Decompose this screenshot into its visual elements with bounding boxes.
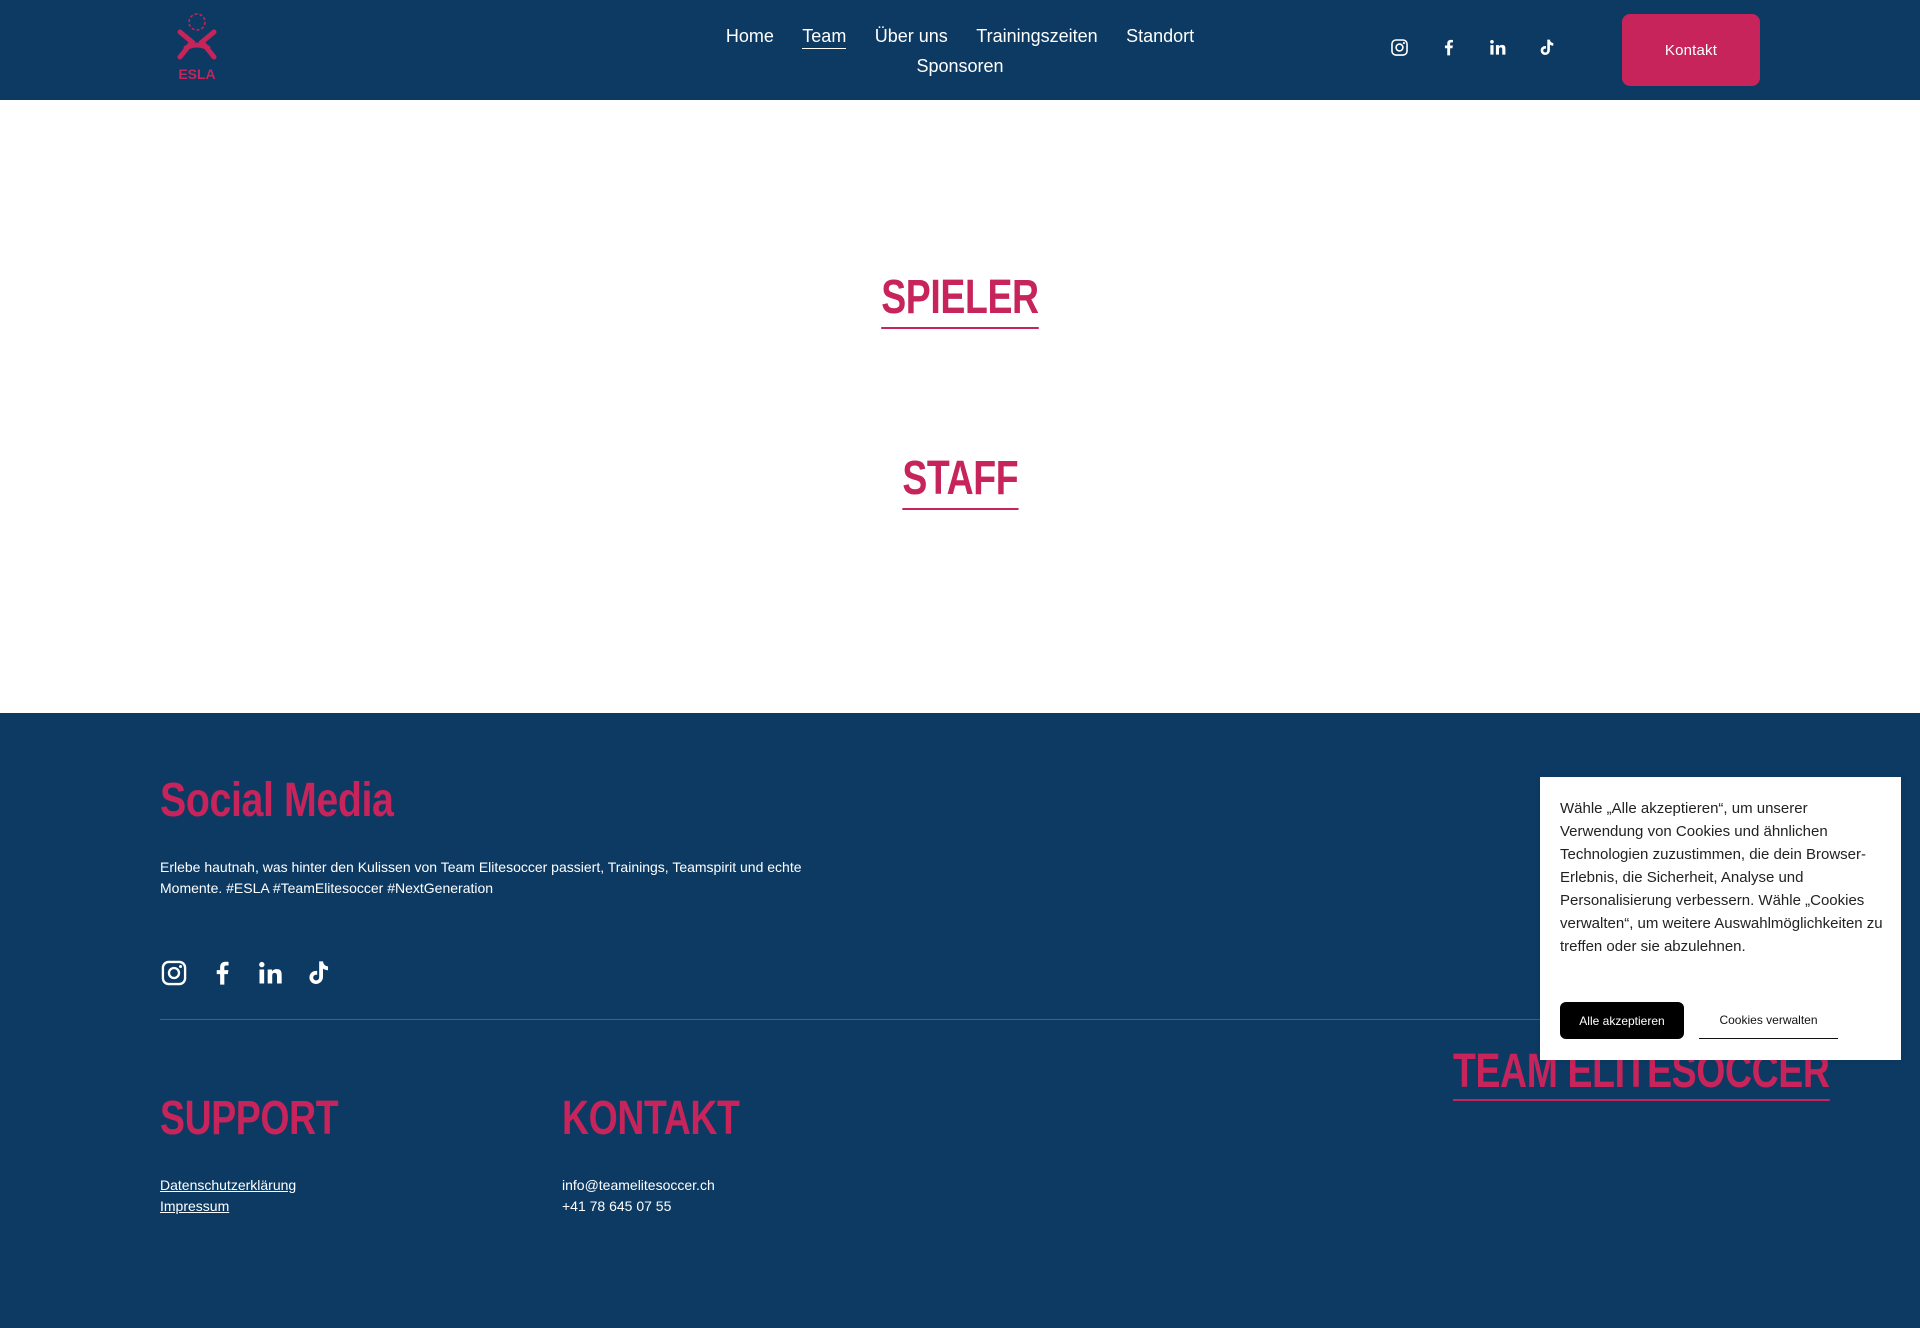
- social-media-title: Social Media: [160, 774, 394, 827]
- section-spieler: SPIELER: [0, 271, 1920, 329]
- main-nav: Home Team Über uns Trainingszeiten Stand…: [700, 22, 1220, 82]
- support-title: SUPPORT: [160, 1092, 339, 1145]
- footer-divider: [160, 1019, 1760, 1020]
- contact-phone[interactable]: +41 78 645 07 55: [562, 1196, 715, 1217]
- support-links: Datenschutzerklärung Impressum: [160, 1175, 296, 1217]
- nav-team[interactable]: Team: [802, 24, 847, 49]
- svg-text:ESLA: ESLA: [178, 66, 215, 82]
- instagram-icon[interactable]: [160, 959, 188, 987]
- kontakt-button[interactable]: Kontakt: [1622, 14, 1760, 86]
- section-title-spieler[interactable]: SPIELER: [881, 271, 1039, 329]
- header-social-links: [1390, 38, 1556, 57]
- section-staff: STAFF: [0, 452, 1920, 510]
- linkedin-icon[interactable]: [1488, 38, 1507, 57]
- social-media-description: Erlebe hautnah, was hinter den Kulissen …: [160, 859, 802, 896]
- contact-email[interactable]: info@teamelitesoccer.ch: [562, 1175, 715, 1196]
- manage-cookies-button[interactable]: Cookies verwalten: [1699, 1002, 1838, 1039]
- facebook-icon[interactable]: [1439, 38, 1458, 57]
- nav-standort[interactable]: Standort: [1126, 22, 1194, 51]
- facebook-icon[interactable]: [208, 959, 236, 987]
- accept-all-button[interactable]: Alle akzeptieren: [1560, 1002, 1684, 1039]
- link-datenschutz[interactable]: Datenschutzerklärung: [160, 1175, 296, 1196]
- nav-home[interactable]: Home: [726, 22, 774, 51]
- cookie-banner: Wähle „Alle akzeptieren“, um unserer Ver…: [1540, 777, 1901, 1060]
- kontakt-title: KONTAKT: [562, 1092, 740, 1145]
- esla-logo[interactable]: ESLA: [172, 12, 222, 84]
- link-impressum[interactable]: Impressum: [160, 1196, 296, 1217]
- tiktok-icon[interactable]: [1537, 38, 1556, 57]
- linkedin-icon[interactable]: [256, 959, 284, 987]
- tiktok-icon[interactable]: [304, 959, 332, 987]
- section-title-staff[interactable]: STAFF: [902, 452, 1018, 510]
- nav-trainingszeiten[interactable]: Trainingszeiten: [976, 22, 1097, 51]
- nav-ueber-uns[interactable]: Über uns: [875, 22, 948, 51]
- contact-details: info@teamelitesoccer.ch +41 78 645 07 55: [562, 1175, 715, 1217]
- cookie-text: Wähle „Alle akzeptieren“, um unserer Ver…: [1560, 800, 1883, 955]
- site-header: ESLA Home Team Über uns Trainingszeiten …: [0, 0, 1920, 100]
- instagram-icon[interactable]: [1390, 38, 1409, 57]
- footer-social-links: [160, 959, 332, 987]
- nav-sponsoren[interactable]: Sponsoren: [916, 52, 1003, 81]
